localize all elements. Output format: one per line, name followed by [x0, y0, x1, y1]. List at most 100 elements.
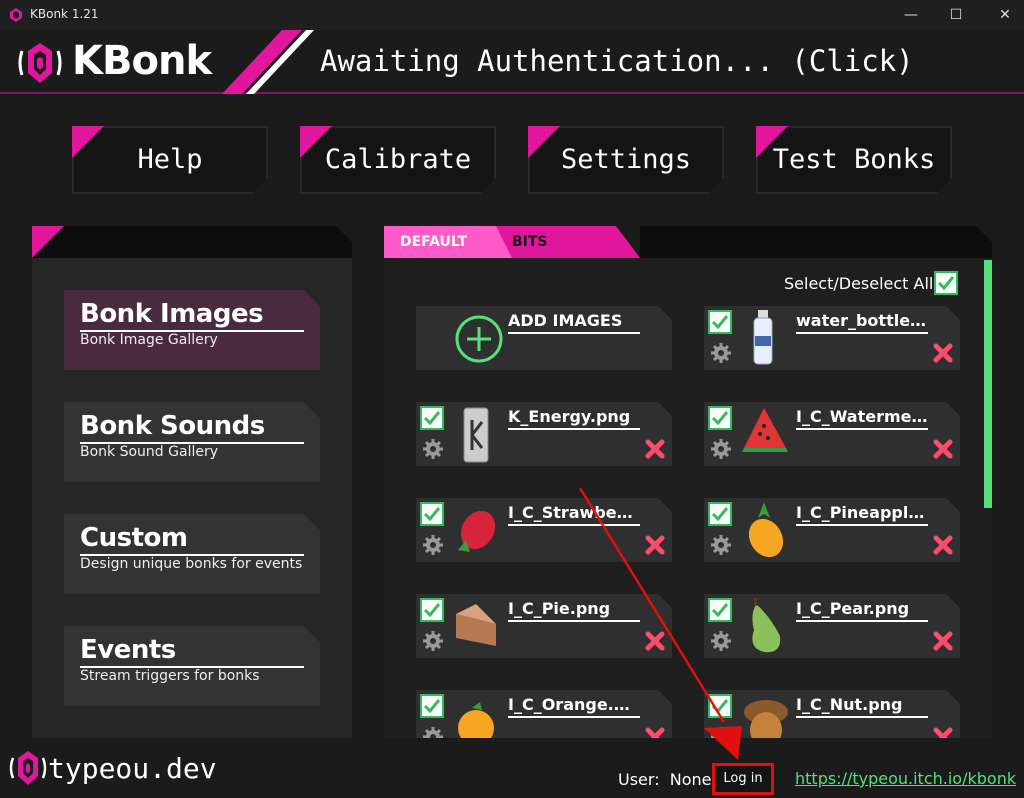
delete-x-icon[interactable] — [932, 438, 954, 460]
check-icon — [711, 315, 729, 330]
image-enable-checkbox[interactable] — [708, 310, 732, 334]
check-icon — [423, 507, 441, 522]
gallery-card[interactable]: I_C_Pie.png — [416, 594, 672, 658]
add-circle-icon[interactable] — [454, 314, 504, 364]
auth-status-text[interactable]: Awaiting Authentication... (Click) — [320, 44, 914, 78]
header-slash-decoration — [222, 30, 314, 94]
image-enable-checkbox[interactable] — [420, 598, 444, 622]
check-icon — [711, 603, 729, 618]
login-button[interactable]: Log in — [712, 763, 774, 795]
sidebar-item-bonk-sounds[interactable]: Bonk Sounds Bonk Sound Gallery — [64, 402, 320, 482]
sidebar-item-events[interactable]: Events Stream triggers for bonks — [64, 626, 320, 706]
check-icon — [711, 699, 729, 714]
calibrate-button[interactable]: Calibrate — [300, 126, 496, 194]
maximize-button[interactable]: ☐ — [933, 0, 979, 30]
check-icon — [711, 411, 729, 426]
image-enable-checkbox[interactable] — [708, 598, 732, 622]
help-button[interactable]: Help — [72, 126, 268, 194]
logo-text: KBonk — [72, 38, 212, 84]
image-filename: I_C_Pie.png — [508, 598, 640, 622]
delete-x-icon[interactable] — [932, 630, 954, 652]
settings-button-label: Settings — [560, 144, 692, 175]
delete-x-icon[interactable] — [932, 342, 954, 364]
gear-icon[interactable] — [422, 438, 444, 460]
gallery-scrollbar-thumb[interactable] — [984, 260, 992, 508]
delete-x-icon[interactable] — [644, 630, 666, 652]
gear-icon[interactable] — [710, 342, 732, 364]
typeou-logo-icon — [9, 751, 47, 785]
test-bonks-button[interactable]: Test Bonks — [756, 126, 952, 194]
nut-thumb — [744, 700, 788, 738]
add-images-card[interactable]: ADD IMAGES — [416, 306, 672, 370]
sidebar-panel: Bonk Images Bonk Image Gallery Bonk Soun… — [32, 226, 352, 738]
close-button[interactable]: ✕ — [982, 0, 1024, 30]
itch-link[interactable]: https://typeou.itch.io/kbonk — [795, 769, 1016, 788]
image-enable-checkbox[interactable] — [708, 502, 732, 526]
image-filename: I_C_Strawberry.... — [508, 502, 640, 526]
pear-thumb — [752, 598, 781, 653]
sidebar-item-title: Bonk Sounds — [80, 410, 304, 444]
test-bonks-button-label: Test Bonks — [772, 144, 936, 175]
check-icon — [423, 699, 441, 714]
sidebar-item-subtitle: Stream triggers for bonks — [80, 668, 260, 684]
delete-x-icon[interactable] — [644, 534, 666, 556]
help-button-label: Help — [137, 144, 203, 175]
image-filename: water_bottle.png — [796, 310, 928, 334]
delete-x-icon[interactable] — [932, 534, 954, 556]
sidebar-item-bonk-images[interactable]: Bonk Images Bonk Image Gallery — [64, 290, 320, 370]
sidebar-item-subtitle: Bonk Image Gallery — [80, 332, 218, 348]
gear-icon[interactable] — [422, 726, 444, 738]
calibrate-button-label: Calibrate — [324, 144, 472, 175]
user-status: User: None — [618, 770, 712, 789]
image-enable-checkbox[interactable] — [420, 694, 444, 718]
app-header: KBonk Awaiting Authentication... (Click) — [0, 30, 1024, 94]
strawberry-thumb — [458, 510, 496, 552]
gallery-scrollbar-track[interactable] — [984, 508, 992, 738]
gallery-card[interactable]: I_C_Pineapple.... — [704, 498, 960, 562]
orange-thumb — [458, 702, 494, 738]
add-images-label: ADD IMAGES — [508, 310, 640, 334]
gallery-card[interactable]: water_bottle.png — [704, 306, 960, 370]
sidebar-item-subtitle: Bonk Sound Gallery — [80, 444, 218, 460]
watermelon-thumb — [742, 408, 788, 452]
sidebar-item-title: Events — [80, 634, 304, 668]
gear-icon[interactable] — [710, 438, 732, 460]
image-enable-checkbox[interactable] — [420, 502, 444, 526]
minimize-button[interactable]: — — [888, 0, 934, 30]
gear-icon[interactable] — [710, 726, 732, 738]
select-all-label: Select/Deselect All — [784, 274, 934, 293]
image-filename: I_C_Pear.png — [796, 598, 928, 622]
delete-x-icon[interactable] — [644, 726, 666, 738]
image-filename: I_C_Nut.png — [796, 694, 928, 718]
check-icon — [711, 507, 729, 522]
gallery-card[interactable]: I_C_Nut.png — [704, 690, 960, 738]
sidebar-item-custom[interactable]: Custom Design unique bonks for events — [64, 514, 320, 594]
gallery-card[interactable]: I_C_Strawberry.... — [416, 498, 672, 562]
gear-icon[interactable] — [422, 630, 444, 652]
window-title: KBonk 1.21 — [30, 7, 99, 21]
settings-button[interactable]: Settings — [528, 126, 724, 194]
gallery-card[interactable]: I_C_Watermell... — [704, 402, 960, 466]
kbonk-app-icon — [10, 8, 22, 22]
image-enable-checkbox[interactable] — [708, 406, 732, 430]
check-icon — [423, 411, 441, 426]
gear-icon[interactable] — [710, 534, 732, 556]
user-label: User: — [618, 770, 660, 789]
image-filename: I_C_Pineapple.... — [796, 502, 928, 526]
select-all-checkbox[interactable] — [934, 271, 958, 295]
tab-bits[interactable]: BITS — [496, 226, 640, 258]
sidebar-item-title: Bonk Images — [80, 298, 304, 332]
delete-x-icon[interactable] — [932, 726, 954, 738]
tab-default[interactable]: DEFAULT — [384, 226, 512, 258]
delete-x-icon[interactable] — [644, 438, 666, 460]
check-icon — [423, 603, 441, 618]
gallery-card[interactable]: K_Energy.png — [416, 402, 672, 466]
gallery-card[interactable]: I_C_Pear.png — [704, 594, 960, 658]
gear-icon[interactable] — [422, 534, 444, 556]
pineapple-thumb — [748, 502, 784, 558]
image-enable-checkbox[interactable] — [708, 694, 732, 718]
gear-icon[interactable] — [710, 630, 732, 652]
image-enable-checkbox[interactable] — [420, 406, 444, 430]
gallery-card[interactable]: I_C_Orange.png — [416, 690, 672, 738]
footer-brand-text: typeou.dev — [48, 752, 217, 785]
